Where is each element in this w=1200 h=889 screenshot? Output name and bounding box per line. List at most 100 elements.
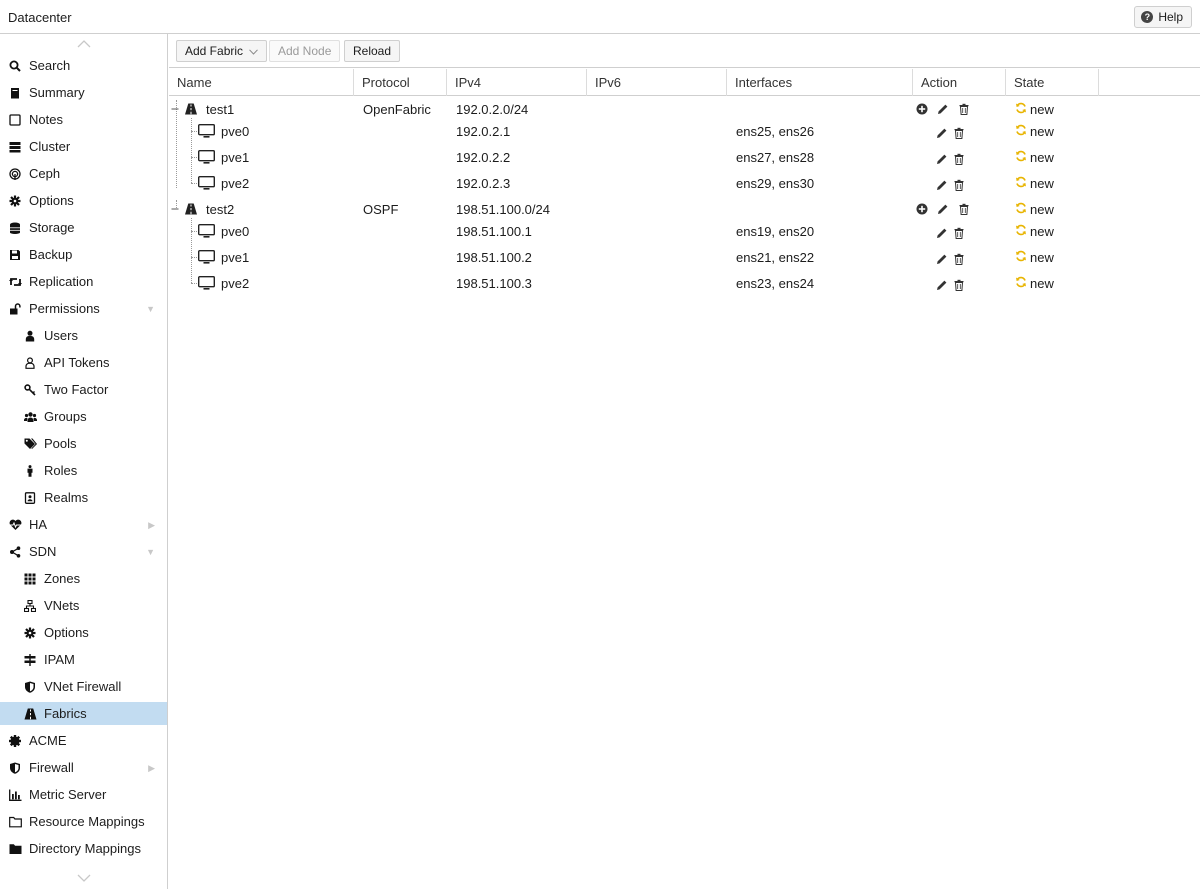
sidebar-item-label: ACME bbox=[29, 733, 67, 748]
row-ipv4: 198.51.100.2 bbox=[456, 249, 532, 265]
column-header-ipv4[interactable]: IPv4 bbox=[447, 69, 587, 96]
column-header-protocol[interactable]: Protocol bbox=[354, 69, 447, 96]
trash-icon[interactable] bbox=[952, 226, 966, 240]
add-node-icon[interactable] bbox=[915, 202, 929, 216]
trash-icon[interactable] bbox=[957, 102, 971, 116]
sidebar-item-options[interactable]: Options bbox=[0, 189, 167, 212]
column-header-ipv6[interactable]: IPv6 bbox=[587, 69, 727, 96]
trash-icon[interactable] bbox=[952, 178, 966, 192]
sidebar-item-replication[interactable]: Replication bbox=[0, 270, 167, 293]
refresh-icon bbox=[1015, 102, 1027, 117]
row-interfaces: ens19, ens20 bbox=[736, 223, 815, 239]
sidebar-item-sdn-options[interactable]: Options bbox=[0, 621, 167, 644]
sidebar-item-resource-mappings[interactable]: Resource Mappings bbox=[0, 810, 167, 833]
chevron-right-icon[interactable]: ▶ bbox=[148, 763, 155, 774]
scroll-down-icon[interactable] bbox=[76, 872, 92, 884]
row-name: pve2 bbox=[221, 175, 250, 191]
row-name: pve2 bbox=[221, 275, 250, 291]
row-actions bbox=[935, 246, 966, 272]
sidebar-item-firewall[interactable]: Firewall ▶ bbox=[0, 756, 167, 779]
trash-icon[interactable] bbox=[952, 152, 966, 166]
table-row[interactable]: pve2 198.51.100.3 ens23, ens24 new bbox=[169, 270, 1200, 296]
trash-icon[interactable] bbox=[952, 278, 966, 292]
table-row[interactable]: pve1 198.51.100.2 ens21, ens22 new bbox=[169, 244, 1200, 270]
edit-icon[interactable] bbox=[935, 126, 949, 140]
chevron-right-icon[interactable]: ▶ bbox=[148, 520, 155, 531]
sidebar-item-ceph[interactable]: Ceph bbox=[0, 162, 167, 185]
edit-icon[interactable] bbox=[935, 178, 949, 192]
column-header-interfaces[interactable]: Interfaces bbox=[727, 69, 913, 96]
trash-icon[interactable] bbox=[952, 126, 966, 140]
add-node-icon[interactable] bbox=[915, 102, 929, 116]
sidebar-item-groups[interactable]: Groups bbox=[0, 405, 167, 428]
table-row[interactable]: pve1 192.0.2.2 ens27, ens28 new bbox=[169, 144, 1200, 170]
trash-icon[interactable] bbox=[957, 202, 971, 216]
refresh-icon bbox=[1015, 176, 1027, 191]
table-row[interactable]: pve2 192.0.2.3 ens29, ens30 new bbox=[169, 170, 1200, 196]
sidebar-item-directory-mappings[interactable]: Directory Mappings bbox=[0, 837, 167, 860]
edit-icon[interactable] bbox=[935, 152, 949, 166]
column-header-name[interactable]: Name bbox=[169, 69, 354, 96]
sidebar-item-backup[interactable]: Backup bbox=[0, 243, 167, 266]
sidebar-item-label: VNets bbox=[44, 598, 80, 613]
chevron-down-icon[interactable]: ▼ bbox=[146, 547, 155, 557]
sidebar-item-label: Firewall bbox=[29, 760, 74, 775]
edit-icon[interactable] bbox=[935, 278, 949, 292]
add-fabric-button[interactable]: Add Fabric bbox=[176, 40, 268, 62]
row-ipv4: 192.0.2.2 bbox=[456, 149, 511, 165]
top-bar: Datacenter ? Help bbox=[0, 0, 1200, 34]
sidebar-item-vnets[interactable]: VNets bbox=[0, 594, 167, 617]
sidebar-item-pools[interactable]: Pools bbox=[0, 432, 167, 455]
sidebar-item-metric-server[interactable]: Metric Server bbox=[0, 783, 167, 806]
reload-button[interactable]: Reload bbox=[344, 40, 401, 62]
sidebar-item-vnet-firewall[interactable]: VNet Firewall bbox=[0, 675, 167, 698]
sidebar-item-two-factor[interactable]: Two Factor bbox=[0, 378, 167, 401]
refresh-icon bbox=[1015, 250, 1027, 265]
trash-icon[interactable] bbox=[952, 252, 966, 266]
table-row[interactable]: pve0 198.51.100.1 ens19, ens20 new bbox=[169, 218, 1200, 244]
table-row[interactable]: pve0 192.0.2.1 ens25, ens26 new bbox=[169, 118, 1200, 144]
sidebar-item-ipam[interactable]: IPAM bbox=[0, 648, 167, 671]
row-state: new bbox=[1015, 118, 1054, 144]
edit-icon[interactable] bbox=[936, 202, 950, 216]
row-name: pve0 bbox=[221, 223, 250, 239]
sidebar-item-summary[interactable]: Summary bbox=[0, 81, 167, 104]
sidebar-item-search[interactable]: Search bbox=[0, 54, 167, 77]
column-header-state[interactable]: State bbox=[1006, 69, 1099, 96]
sidebar-item-ha[interactable]: HA ▶ bbox=[0, 513, 167, 536]
edit-icon[interactable] bbox=[936, 102, 950, 116]
scroll-up-icon[interactable] bbox=[76, 38, 92, 50]
add-node-button[interactable]: Add Node bbox=[269, 40, 341, 62]
sidebar-item-users[interactable]: Users bbox=[0, 324, 167, 347]
edit-icon[interactable] bbox=[935, 226, 949, 240]
sidebar-item-label: Realms bbox=[44, 490, 89, 505]
sidebar-item-zones[interactable]: Zones bbox=[0, 567, 167, 590]
sidebar-item-fabrics[interactable]: Fabrics bbox=[0, 702, 167, 725]
edit-icon[interactable] bbox=[935, 252, 949, 266]
male-icon bbox=[23, 464, 37, 478]
sidebar-item-acme[interactable]: ACME bbox=[0, 729, 167, 752]
help-button[interactable]: ? Help bbox=[1134, 6, 1192, 28]
sidebar-item-notes[interactable]: Notes bbox=[0, 108, 167, 131]
sidebar-item-label: Options bbox=[29, 193, 74, 208]
sidebar-item-sdn[interactable]: SDN ▼ bbox=[0, 540, 167, 563]
sidebar-item-roles[interactable]: Roles bbox=[0, 459, 167, 482]
sidebar-item-api-tokens[interactable]: API Tokens bbox=[0, 351, 167, 374]
heartbeat-icon bbox=[8, 518, 22, 532]
breadcrumb-title: Datacenter bbox=[8, 10, 72, 25]
column-label: IPv4 bbox=[455, 75, 482, 90]
monitor-icon bbox=[198, 270, 216, 296]
sidebar-item-label: Roles bbox=[44, 463, 78, 478]
sidebar-item-realms[interactable]: Realms bbox=[0, 486, 167, 509]
column-header-action[interactable]: Action bbox=[913, 69, 1006, 96]
row-state: new bbox=[1015, 170, 1054, 196]
grid-header: Name Protocol IPv4 IPv6 Interfaces Actio… bbox=[169, 69, 1200, 96]
chevron-down-icon[interactable]: ▼ bbox=[146, 304, 155, 314]
sidebar-item-storage[interactable]: Storage bbox=[0, 216, 167, 239]
gear-icon bbox=[23, 626, 37, 640]
sidebar-item-label: Storage bbox=[29, 220, 75, 235]
sidebar-item-cluster[interactable]: Cluster bbox=[0, 135, 167, 158]
monitor-icon bbox=[198, 218, 216, 244]
sidebar-item-permissions[interactable]: Permissions ▼ bbox=[0, 297, 167, 320]
row-actions bbox=[935, 172, 966, 198]
